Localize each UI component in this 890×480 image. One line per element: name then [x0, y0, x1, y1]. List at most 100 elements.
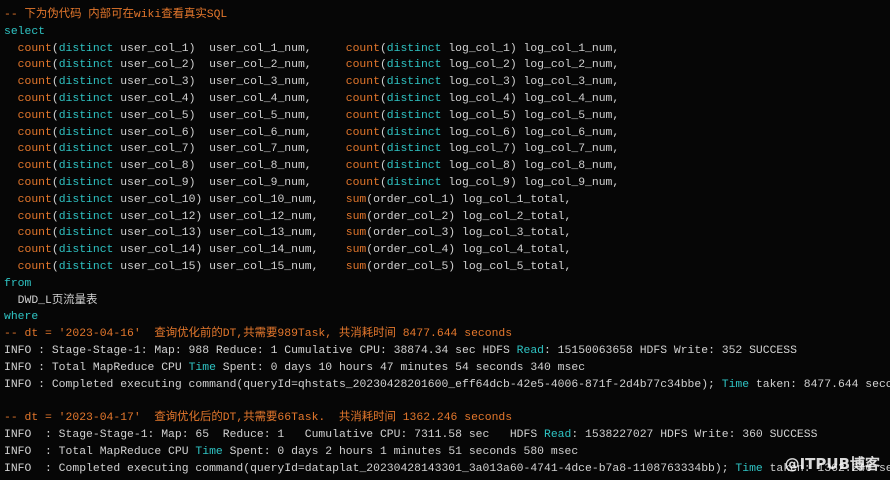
function-name: count — [345, 143, 380, 156]
code-text: ( — [51, 244, 59, 257]
code-left-column: count(distinct user_col_10) user_col_10_… — [4, 192, 346, 209]
function-name: sum — [345, 244, 367, 257]
code-text: ( — [379, 42, 387, 55]
code-text: user_col_12) user_col_12_num, — [113, 210, 319, 223]
code-text: log_col_8) log_col_8_num, — [441, 160, 620, 173]
code-text: ( — [51, 260, 59, 273]
code-text: ( — [51, 143, 59, 156]
function-name: count — [345, 76, 380, 89]
keyword: distinct — [58, 143, 114, 156]
code-left-column: count(distinct user_col_3) user_col_3_nu… — [4, 74, 346, 91]
code-line: count(distinct user_col_14) user_col_14_… — [4, 242, 890, 259]
code-left-column: count(distinct user_col_4) user_col_4_nu… — [4, 91, 346, 108]
code-line: count(distinct user_col_15) user_col_15_… — [4, 259, 890, 276]
code-right-column: count(distinct log_col_7) log_col_7_num, — [346, 143, 619, 155]
code-text: user_col_7) user_col_7_num, — [113, 143, 312, 156]
code-left-column: count(distinct user_col_9) user_col_9_nu… — [4, 175, 346, 192]
keyword: distinct — [386, 92, 442, 105]
keyword: Read — [516, 344, 545, 357]
code-text: ( — [51, 227, 59, 240]
code-line: INFO : Completed executing command(query… — [4, 461, 890, 478]
code-line: count(distinct user_col_4) user_col_4_nu… — [4, 91, 890, 108]
code-text: (order_col_3) log_col_3_total, — [366, 227, 572, 240]
code-text: INFO : Stage-Stage-1: Map: 65 Reduce: 1 … — [4, 428, 545, 441]
keyword: distinct — [58, 176, 114, 189]
code-line: INFO : Total MapReduce CPU Time Spent: 0… — [4, 360, 890, 377]
code-text: ( — [379, 59, 387, 72]
keyword: distinct — [386, 160, 442, 173]
code-left-column: count(distinct user_col_2) user_col_2_nu… — [4, 57, 346, 74]
code-text: user_col_4) user_col_4_num, — [113, 92, 312, 105]
keyword: distinct — [386, 59, 442, 72]
code-text: ( — [51, 160, 59, 173]
code-right-column: count(distinct log_col_5) log_col_5_num, — [346, 110, 619, 122]
function-name: sum — [345, 227, 367, 240]
code-text: log_col_7) log_col_7_num, — [441, 143, 620, 156]
code-line: count(distinct user_col_8) user_col_8_nu… — [4, 158, 890, 175]
function-name: count — [17, 260, 52, 273]
code-text: user_col_14) user_col_14_num, — [113, 244, 319, 257]
function-name: count — [17, 244, 52, 257]
function-name: count — [17, 59, 52, 72]
code-text: (order_col_4) log_col_4_total, — [366, 244, 572, 257]
code-text: INFO : Completed executing command(query… — [4, 378, 722, 391]
code-text: (order_col_5) log_col_5_total, — [366, 260, 572, 273]
code-line: INFO : Stage-Stage-1: Map: 65 Reduce: 1 … — [4, 427, 890, 444]
keyword: Time — [735, 462, 763, 475]
code-text: user_col_5) user_col_5_num, — [113, 109, 312, 122]
code-left-column: count(distinct user_col_15) user_col_15_… — [4, 259, 346, 276]
keyword: Time — [188, 361, 216, 374]
code-text: ( — [51, 42, 59, 55]
code-right-column: count(distinct log_col_2) log_col_2_num, — [346, 59, 619, 71]
code-line: count(distinct user_col_5) user_col_5_nu… — [4, 108, 890, 125]
code-text: user_col_3) user_col_3_num, — [113, 76, 312, 89]
code-left-column: count(distinct user_col_1) user_col_1_nu… — [4, 41, 346, 58]
function-name: count — [345, 176, 380, 189]
code-left-column: count(distinct user_col_14) user_col_14_… — [4, 242, 346, 259]
code-line: -- dt = '2023-04-16' 查询优化前的DT,共需要989Task… — [4, 326, 890, 343]
code-text: user_col_9) user_col_9_num, — [113, 176, 312, 189]
code-text: (order_col_2) log_col_2_total, — [366, 210, 572, 223]
code-right-column: sum(order_col_3) log_col_3_total, — [346, 227, 572, 239]
code-text: ( — [379, 109, 387, 122]
code-text: INFO : Total MapReduce CPU — [4, 445, 196, 458]
code-text: (order_col_1) log_col_1_total, — [366, 193, 572, 206]
code-right-column: count(distinct log_col_1) log_col_1_num, — [346, 43, 619, 55]
keyword: distinct — [58, 59, 114, 72]
code-text: log_col_5) log_col_5_num, — [441, 109, 620, 122]
code-left-column: count(distinct user_col_13) user_col_13_… — [4, 225, 346, 242]
code-line: INFO : Completed executing command(query… — [4, 377, 890, 394]
code-text: user_col_15) user_col_15_num, — [113, 260, 319, 273]
code-left-column: count(distinct user_col_5) user_col_5_nu… — [4, 108, 346, 125]
code-left-column: count(distinct user_col_7) user_col_7_nu… — [4, 141, 346, 158]
code-text: log_col_9) log_col_9_num, — [441, 176, 620, 189]
code-line: -- dt = '2023-04-17' 查询优化后的DT,共需要66Task.… — [4, 410, 890, 427]
function-name: count — [17, 227, 52, 240]
function-name: count — [17, 210, 52, 223]
code-right-column: count(distinct log_col_8) log_col_8_num, — [346, 160, 619, 172]
code-text: INFO : Stage-Stage-1: Map: 988 Reduce: 1… — [4, 344, 517, 357]
comment: -- 下为伪代码 内部可在wiki查看真实SQL — [4, 9, 228, 21]
function-name: sum — [345, 193, 367, 206]
code-text: user_col_2) user_col_2_num, — [113, 59, 312, 72]
keyword: distinct — [58, 109, 114, 122]
keyword: distinct — [386, 176, 442, 189]
code-right-column: sum(order_col_4) log_col_4_total, — [346, 244, 572, 256]
function-name: count — [17, 42, 52, 55]
function-name: count — [345, 92, 380, 105]
code-text: INFO : Completed executing command(query… — [4, 462, 736, 475]
code-text: : 15150063658 HDFS Write: 352 SUCCESS — [544, 344, 797, 357]
keyword: Time — [721, 378, 750, 391]
keyword: distinct — [386, 76, 442, 89]
function-name: count — [345, 59, 380, 72]
code-line: -- 下为伪代码 内部可在wiki查看真实SQL — [4, 7, 890, 24]
